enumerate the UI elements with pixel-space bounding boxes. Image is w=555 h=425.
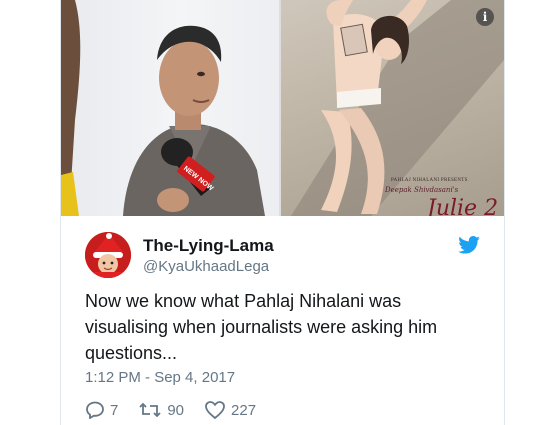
twitter-bird-icon[interactable] xyxy=(458,236,480,254)
tweet-text: Now we know what Pahlaj Nihalani was vis… xyxy=(85,291,438,363)
tweet-header: The-Lying-Lama @KyaUkhaadLega xyxy=(85,232,485,280)
avatar-image xyxy=(85,232,131,278)
avatar[interactable] xyxy=(85,232,131,278)
retweet-icon xyxy=(139,402,161,418)
interview-photo[interactable]: NEW NOW xyxy=(61,0,279,216)
tweet-media[interactable]: NEW NOW i PAHLAJ NIHALANI PRESENTS Deepa… xyxy=(61,0,504,216)
movie-poster-photo[interactable]: i PAHLAJ NIHALANI PRESENTS Deepak Shivda… xyxy=(281,0,504,216)
user-handle[interactable]: @KyaUkhaadLega xyxy=(143,258,269,275)
poster-title: Julie 2 xyxy=(427,196,499,216)
tweet-card[interactable]: NEW NOW i PAHLAJ NIHALANI PRESENTS Deepa… xyxy=(60,0,505,425)
retweet-count: 90 xyxy=(167,401,185,419)
tweet-timestamp[interactable]: 1:12 PM - Sep 4, 2017 xyxy=(85,369,235,386)
movie-poster-art xyxy=(291,0,504,216)
reply-button[interactable]: 7 xyxy=(85,401,118,419)
heart-icon xyxy=(205,401,225,420)
poster-subtitle: Deepak Shivdasani's xyxy=(385,186,459,194)
like-button[interactable]: 227 xyxy=(204,400,256,420)
like-count: 227 xyxy=(231,401,257,419)
interview-photo-art: NEW NOW xyxy=(61,0,265,216)
reply-icon xyxy=(86,401,104,419)
poster-credit: PAHLAJ NIHALANI PRESENTS xyxy=(391,178,468,183)
reply-count: 7 xyxy=(110,401,119,419)
tweet-actions: 7 90 227 xyxy=(85,400,276,420)
info-icon[interactable]: i xyxy=(476,8,494,26)
display-name[interactable]: The-Lying-Lama xyxy=(143,236,274,256)
retweet-button[interactable]: 90 xyxy=(138,401,184,419)
